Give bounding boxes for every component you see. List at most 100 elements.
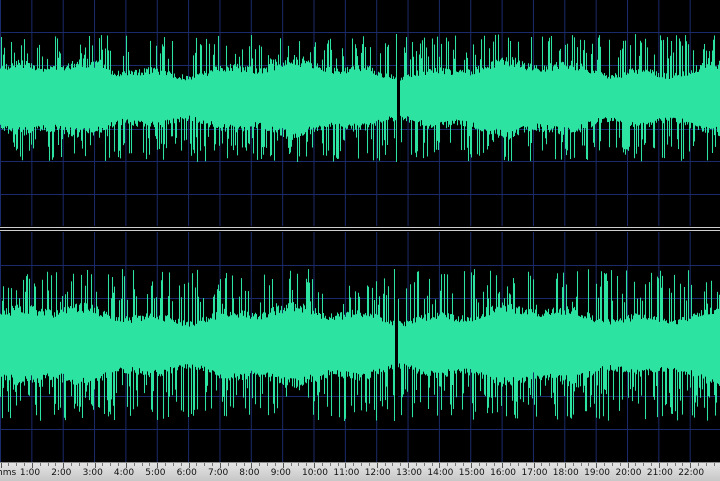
ruler-tick: [423, 463, 425, 466]
ruler-tick: [494, 463, 496, 466]
ruler-tick: [455, 463, 457, 466]
ruler-tick: [243, 463, 245, 466]
waveform-left-svg: [0, 0, 720, 226]
ruler-tick: [267, 463, 268, 466]
ruler-label: 13:00: [396, 468, 423, 478]
ruler-tick: [541, 463, 543, 466]
ruler-label: 16:00: [490, 468, 517, 478]
ruler-label: 7:00: [208, 468, 229, 478]
ruler-tick: [713, 463, 715, 466]
ruler-tick: [431, 463, 433, 466]
ruler-tick: [274, 463, 276, 466]
ruler-tick: [400, 463, 402, 466]
ruler-unit-label: hms: [0, 468, 17, 478]
ruler-tick: [0, 463, 2, 468]
ruler-tick: [55, 463, 57, 466]
ruler-tick: [705, 463, 707, 466]
time-ruler[interactable]: hms 1:00 2:00 3:00 4:00 5:00 6:00 7:00 8:00 9:00…: [0, 462, 720, 481]
ruler-tick: [509, 463, 511, 466]
ruler-tick: [47, 463, 49, 466]
ruler-tick: [259, 463, 261, 466]
ruler-label: 14:00: [427, 468, 454, 478]
dropout-marker: [397, 34, 400, 162]
ruler-tick: [227, 463, 229, 466]
ruler-label: 3:00: [82, 468, 103, 478]
ruler-tick: [329, 463, 331, 466]
ruler-tick: [368, 463, 370, 466]
ruler-tick: [572, 463, 574, 466]
ruler-tick: [478, 463, 480, 466]
splitter-line-top: [0, 227, 720, 228]
ruler-tick: [16, 463, 18, 466]
ruler-tick: [180, 463, 182, 466]
ruler-tick: [172, 463, 174, 466]
ruler-tick: [549, 463, 551, 466]
ruler-tick: [557, 463, 558, 466]
ruler-tick: [204, 463, 206, 466]
ruler-tick: [212, 463, 214, 466]
ruler-tick: [353, 463, 355, 466]
ruler-label: 15:00: [458, 468, 485, 478]
ruler-tick: [298, 463, 300, 466]
ruler-label: 8:00: [239, 468, 260, 478]
ruler-tick: [306, 463, 308, 466]
waveform-trace: [0, 269, 720, 421]
ruler-tick: [666, 463, 668, 466]
ruler-tick: [39, 463, 41, 466]
waveform-right-svg: [0, 232, 720, 462]
waveform-trace: [0, 34, 720, 162]
ruler-tick: [392, 463, 394, 466]
ruler-tick: [290, 463, 292, 466]
ruler-tick: [133, 463, 135, 466]
waveform-channel-right[interactable]: [0, 232, 720, 462]
ruler-tick: [651, 463, 652, 466]
ruler-tick: [619, 463, 621, 466]
ruler-label: 1:00: [19, 468, 41, 478]
ruler-label: 18:00: [552, 468, 579, 478]
ruler-tick: [8, 463, 10, 466]
ruler-tick: [525, 463, 527, 466]
ruler-tick: [110, 463, 112, 466]
ruler-tick: [384, 463, 386, 466]
ruler-tick: [24, 463, 25, 466]
ruler-tick: [517, 463, 519, 466]
ruler-tick: [462, 463, 464, 466]
ruler-label: 10:00: [302, 468, 328, 478]
ruler-tick: [165, 463, 167, 466]
ruler-tick: [78, 463, 80, 466]
waveform-editor[interactable]: hms 1:00 2:00 3:00 4:00 5:00 6:00 7:00 8:00 9:00…: [0, 0, 720, 481]
ruler-tick: [71, 463, 72, 466]
splitter-line-bottom: [0, 230, 720, 231]
ruler-label: 21:00: [646, 468, 673, 478]
ruler-label: 20:00: [615, 468, 642, 478]
ruler-tick: [486, 463, 488, 466]
ruler-tick: [86, 463, 88, 466]
ruler-tick: [580, 463, 582, 466]
ruler-tick: [643, 463, 645, 466]
ruler-tick: [588, 463, 590, 466]
ruler-label: 12:00: [364, 468, 391, 478]
ruler-label: 5:00: [145, 468, 166, 478]
ruler-label: 9:00: [270, 468, 291, 478]
ruler-tick: [235, 463, 237, 466]
ruler-tick: [337, 463, 339, 466]
ruler-tick: [674, 463, 676, 466]
ruler-label: 11:00: [333, 468, 360, 478]
ruler-tick: [682, 463, 684, 466]
ruler-tick: [635, 463, 637, 466]
ruler-tick: [698, 463, 699, 466]
ruler-tick: [118, 463, 120, 466]
ruler-tick: [361, 463, 362, 466]
ruler-label: 22:00: [678, 468, 705, 478]
waveform-channel-left[interactable]: [0, 0, 720, 226]
ruler-tick: [604, 463, 605, 466]
dropout-marker: [395, 269, 398, 421]
ruler-tick: [141, 463, 143, 466]
ruler-label: 2:00: [51, 468, 72, 478]
ruler-label: 19:00: [584, 468, 611, 478]
ruler-label: 6:00: [176, 468, 197, 478]
ruler-tick: [611, 463, 613, 466]
ruler-tick: [102, 463, 104, 466]
ruler-tick: [447, 463, 449, 466]
ruler-label: 4:00: [113, 468, 135, 478]
